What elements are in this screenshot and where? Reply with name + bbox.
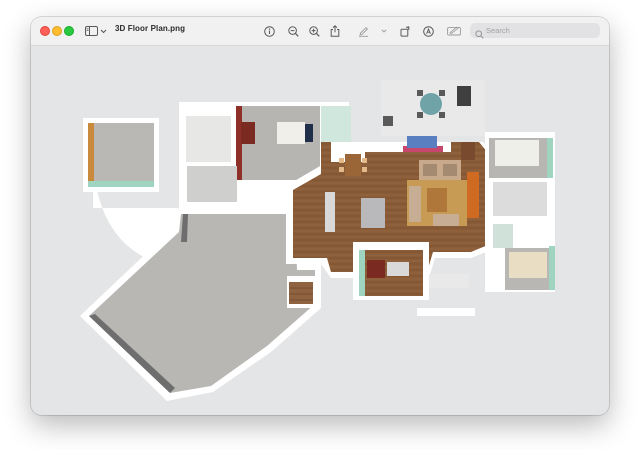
search-icon [475, 26, 484, 44]
form-icon[interactable] [446, 23, 461, 39]
sidebar-icon[interactable] [84, 23, 98, 39]
zoom-out-icon[interactable] [287, 23, 299, 39]
minimize-button[interactable] [52, 26, 62, 36]
zoom-button[interactable] [64, 26, 74, 36]
share-icon[interactable] [329, 23, 341, 39]
patio [381, 80, 485, 136]
info-icon[interactable] [263, 23, 275, 39]
image-view [31, 46, 609, 415]
rotate-icon[interactable] [399, 23, 411, 39]
preview-window: 3D Floor Plan.png Search [31, 17, 609, 415]
floor-plan-image [80, 80, 555, 401]
stairs [287, 276, 315, 308]
close-button[interactable] [40, 26, 50, 36]
search-placeholder: Search [486, 26, 510, 35]
annotate-icon[interactable] [422, 23, 434, 39]
right-bedrooms [485, 132, 555, 292]
zoom-in-icon[interactable] [308, 23, 320, 39]
window-title: 3D Floor Plan.png [115, 24, 186, 33]
markup-chevron-icon[interactable] [380, 23, 387, 39]
garage-area [80, 206, 321, 401]
markup-icon[interactable] [357, 23, 369, 39]
toolbar: 3D Floor Plan.png Search [31, 17, 609, 46]
chevron-down-icon[interactable] [99, 23, 107, 39]
search-field[interactable]: Search [470, 23, 600, 39]
